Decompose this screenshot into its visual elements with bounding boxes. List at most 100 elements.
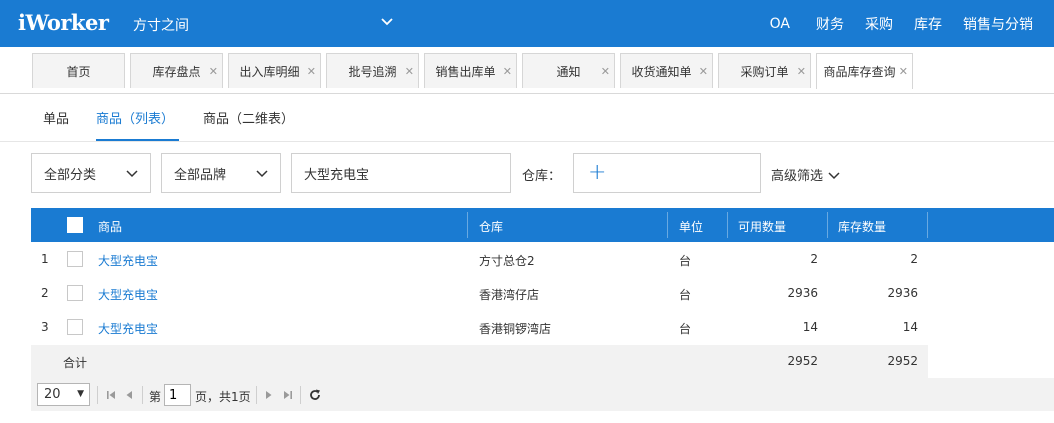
tab-home[interactable]: 首页 xyxy=(32,53,125,88)
close-icon[interactable]: ✕ xyxy=(899,65,908,78)
tab-sales-outbound[interactable]: 销售出库单 ✕ xyxy=(424,53,517,88)
nav-oa[interactable]: OA xyxy=(770,16,790,32)
tab-purchase-order[interactable]: 采购订单 ✕ xyxy=(718,53,811,88)
column-divider xyxy=(927,212,928,238)
close-icon[interactable]: ✕ xyxy=(209,65,218,78)
nav-purchase[interactable]: 采购 xyxy=(865,14,893,34)
available-qty-cell: 2936 xyxy=(787,286,818,300)
total-stock-qty: 2952 xyxy=(887,354,918,368)
column-divider xyxy=(467,212,468,238)
select-all-checkbox[interactable] xyxy=(67,217,83,233)
subtab-product-matrix[interactable]: 商品（二维表） xyxy=(203,108,294,127)
row-checkbox[interactable] xyxy=(67,319,83,335)
close-icon[interactable]: ✕ xyxy=(405,65,414,78)
warehouse-cell: 香港湾仔店 xyxy=(479,288,540,302)
tab-label: 批号追溯 xyxy=(348,64,397,79)
column-divider xyxy=(827,212,828,238)
tab-inventory-count[interactable]: 库存盘点 ✕ xyxy=(130,53,223,88)
table-row: 3 大型充电宝 香港铜锣湾店 台 14 14 xyxy=(31,311,1054,345)
col-stock-qty[interactable]: 库存数量 xyxy=(838,218,886,235)
chevron-down-icon[interactable] xyxy=(380,14,394,28)
close-icon[interactable]: ✕ xyxy=(797,65,806,78)
total-available-qty: 2952 xyxy=(787,354,818,368)
close-icon[interactable]: ✕ xyxy=(503,65,512,78)
row-checkbox[interactable] xyxy=(67,251,83,267)
first-page-icon[interactable] xyxy=(104,388,118,402)
chevron-down-icon xyxy=(828,171,840,179)
refresh-icon[interactable] xyxy=(308,388,322,402)
plus-icon[interactable]: + xyxy=(588,162,606,184)
tab-batch-trace[interactable]: 批号追溯 ✕ xyxy=(326,53,419,88)
tab-product-stock-query[interactable]: 商品库存查询 ✕ xyxy=(816,53,913,89)
stock-qty-cell: 2936 xyxy=(887,286,918,300)
page-size-select[interactable]: 20 ▼ xyxy=(37,383,90,406)
warehouse-label: 仓库： xyxy=(522,169,562,184)
logo: iWorker xyxy=(18,10,109,35)
table-row: 2 大型充电宝 香港湾仔店 台 2936 2936 xyxy=(31,277,1054,311)
page-suffix: 页，共1页 xyxy=(195,390,251,404)
tab-label: 库存盘点 xyxy=(152,64,201,79)
brand-select[interactable]: 全部品牌 xyxy=(161,153,281,193)
stock-qty-cell: 2 xyxy=(910,252,918,266)
tab-label: 收货通知单 xyxy=(631,64,692,79)
active-subtab-indicator xyxy=(96,139,179,141)
unit-cell: 台 xyxy=(679,254,692,268)
prev-page-icon[interactable] xyxy=(122,388,136,402)
unit-cell: 台 xyxy=(679,288,692,302)
top-bar: iWorker 方寸之间 OA 财务 采购 库存 销售与分销 xyxy=(0,0,1054,47)
col-product[interactable]: 商品 xyxy=(98,218,122,235)
pager-divider xyxy=(97,386,98,404)
table-header: 商品 仓库 单位 可用数量 库存数量 xyxy=(31,208,1054,242)
nav-sales-distribution[interactable]: 销售与分销 xyxy=(963,14,1033,34)
last-page-icon[interactable] xyxy=(281,388,295,402)
main-nav: OA 财务 采购 库存 销售与分销 xyxy=(770,0,1054,47)
category-value: 全部分类 xyxy=(44,167,97,183)
product-search-input[interactable] xyxy=(291,153,511,193)
tab-notice[interactable]: 通知 ✕ xyxy=(522,53,615,88)
column-divider xyxy=(727,212,728,238)
product-link[interactable]: 大型充电宝 xyxy=(98,320,158,337)
page-size-value: 20 xyxy=(44,387,61,402)
tab-label: 首页 xyxy=(66,64,91,79)
stock-qty-cell: 14 xyxy=(902,320,918,334)
advanced-filter-toggle[interactable]: 高级筛选 xyxy=(771,165,840,184)
pager-divider xyxy=(142,386,143,404)
col-warehouse[interactable]: 仓库 xyxy=(479,218,503,235)
category-select[interactable]: 全部分类 xyxy=(31,153,151,193)
page-prefix: 第 xyxy=(149,390,162,404)
col-available-qty[interactable]: 可用数量 xyxy=(738,218,786,235)
subtab-single-item[interactable]: 单品 xyxy=(43,108,69,127)
available-qty-cell: 2 xyxy=(810,252,818,266)
warehouse-picker[interactable]: + xyxy=(573,153,761,193)
close-icon[interactable]: ✕ xyxy=(307,65,316,78)
col-unit[interactable]: 单位 xyxy=(679,218,703,235)
tab-label: 销售出库单 xyxy=(435,64,496,79)
unit-cell: 台 xyxy=(679,322,692,336)
tab-stock-in-out-detail[interactable]: 出入库明细 ✕ xyxy=(228,53,321,88)
nav-inventory[interactable]: 库存 xyxy=(914,14,942,34)
tab-receipt-notice[interactable]: 收货通知单 ✕ xyxy=(620,53,713,88)
subtab-product-list[interactable]: 商品（列表） xyxy=(96,108,174,127)
row-checkbox[interactable] xyxy=(67,285,83,301)
warehouse-cell: 香港铜锣湾店 xyxy=(479,322,552,336)
tab-strip: 首页 库存盘点 ✕ 出入库明细 ✕ 批号追溯 ✕ 销售出库单 ✕ 通知 ✕ 收货… xyxy=(0,47,1054,94)
page-number-input[interactable] xyxy=(164,384,191,406)
available-qty-cell: 14 xyxy=(802,320,818,334)
pager-divider xyxy=(300,386,301,404)
tab-label: 采购订单 xyxy=(740,64,789,79)
chevron-down-icon xyxy=(256,170,268,178)
tab-label: 通知 xyxy=(556,64,581,79)
chevron-down-icon xyxy=(126,170,138,178)
row-index: 3 xyxy=(41,320,49,334)
nav-finance[interactable]: 财务 xyxy=(816,14,844,34)
row-index: 1 xyxy=(41,252,49,266)
product-link[interactable]: 大型充电宝 xyxy=(98,252,158,269)
total-label: 合计 xyxy=(63,356,88,370)
product-link[interactable]: 大型充电宝 xyxy=(98,286,158,303)
next-page-icon[interactable] xyxy=(262,388,276,402)
close-icon[interactable]: ✕ xyxy=(699,65,708,78)
close-icon[interactable]: ✕ xyxy=(601,65,610,78)
advanced-filter-label: 高级筛选 xyxy=(771,169,824,184)
column-divider xyxy=(667,212,668,238)
company-selector[interactable]: 方寸之间 xyxy=(133,15,189,35)
